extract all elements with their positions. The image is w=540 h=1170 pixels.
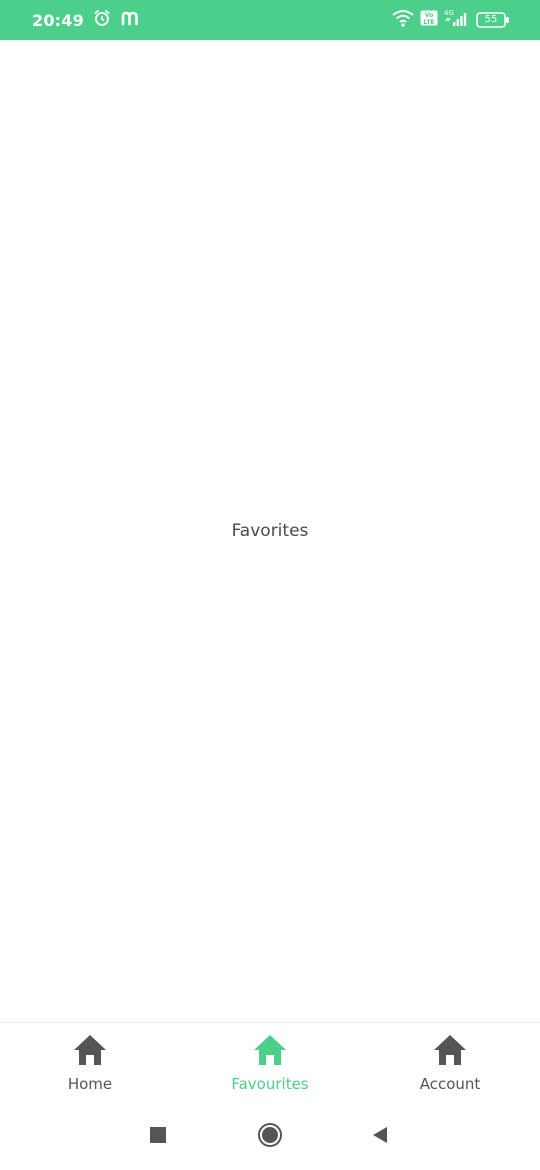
alarm-icon xyxy=(92,8,112,33)
home-button[interactable] xyxy=(257,1122,283,1153)
nav-item-account[interactable]: Account xyxy=(360,1023,540,1103)
page-title: Favorites xyxy=(231,521,309,541)
m-app-icon xyxy=(120,8,140,33)
battery-icon: 55 xyxy=(476,11,510,29)
back-triangle-icon xyxy=(370,1125,390,1150)
battery-level: 55 xyxy=(484,14,498,25)
bottom-nav: Home Favourites Account xyxy=(0,1022,540,1103)
back-button[interactable] xyxy=(367,1124,393,1150)
volte-icon: Vo LTE xyxy=(420,10,438,31)
nav-item-favourites[interactable]: Favourites xyxy=(180,1023,360,1103)
nav-label-account: Account xyxy=(419,1075,481,1093)
svg-text:Vo: Vo xyxy=(425,12,433,19)
nav-label-home: Home xyxy=(67,1075,113,1093)
svg-text:LTE: LTE xyxy=(423,19,434,26)
network-type-text: 4G xyxy=(444,9,454,17)
nav-item-home[interactable]: Home xyxy=(0,1023,180,1103)
recents-square-icon xyxy=(149,1126,167,1149)
status-left: 20:49 xyxy=(32,0,140,40)
home-icon xyxy=(72,1033,108,1067)
recents-button[interactable] xyxy=(145,1124,171,1150)
status-bar: 20:49 Vo LTE 4G 55 xyxy=(0,0,540,40)
status-time: 20:49 xyxy=(32,10,84,30)
status-right: Vo LTE 4G 55 xyxy=(392,0,510,40)
home-icon xyxy=(432,1033,468,1067)
wifi-icon xyxy=(392,9,414,32)
home-circle-icon xyxy=(257,1122,283,1153)
signal-icon: 4G xyxy=(444,9,470,32)
nav-label-favourites: Favourites xyxy=(231,1075,309,1093)
system-nav-bar xyxy=(0,1102,540,1170)
main-content: Favorites xyxy=(0,40,540,1022)
home-icon xyxy=(252,1033,288,1067)
